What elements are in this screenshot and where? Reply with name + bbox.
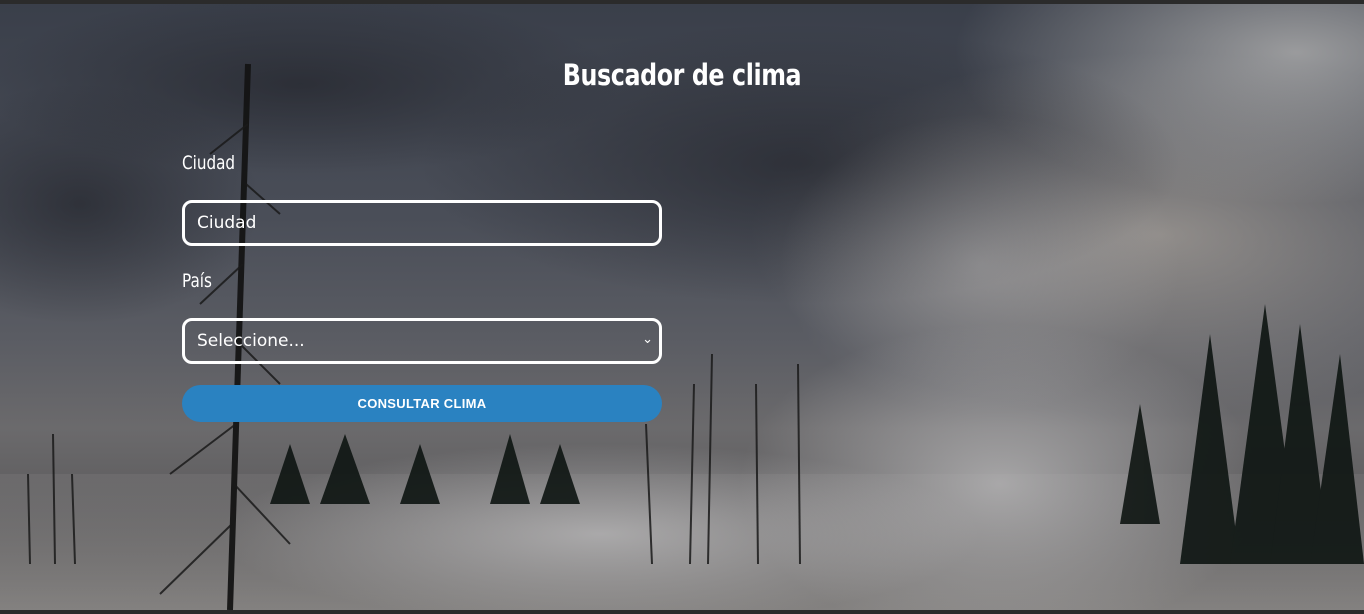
country-select[interactable]: Seleccione... ⌄ <box>182 318 662 364</box>
country-label: País <box>182 270 212 292</box>
chevron-down-icon: ⌄ <box>642 332 653 347</box>
window-bottom-border <box>0 610 1364 614</box>
city-label: Ciudad <box>182 152 236 174</box>
consult-weather-button[interactable]: CONSULTAR CLIMA <box>182 385 662 422</box>
city-input-value: Ciudad <box>197 213 257 233</box>
city-input[interactable]: Ciudad <box>182 200 662 246</box>
weather-search-page: Buscador de clima Ciudad Ciudad País Sel… <box>0 4 1364 610</box>
country-select-value: Seleccione... <box>197 331 305 351</box>
page-title: Buscador de clima <box>562 58 802 92</box>
